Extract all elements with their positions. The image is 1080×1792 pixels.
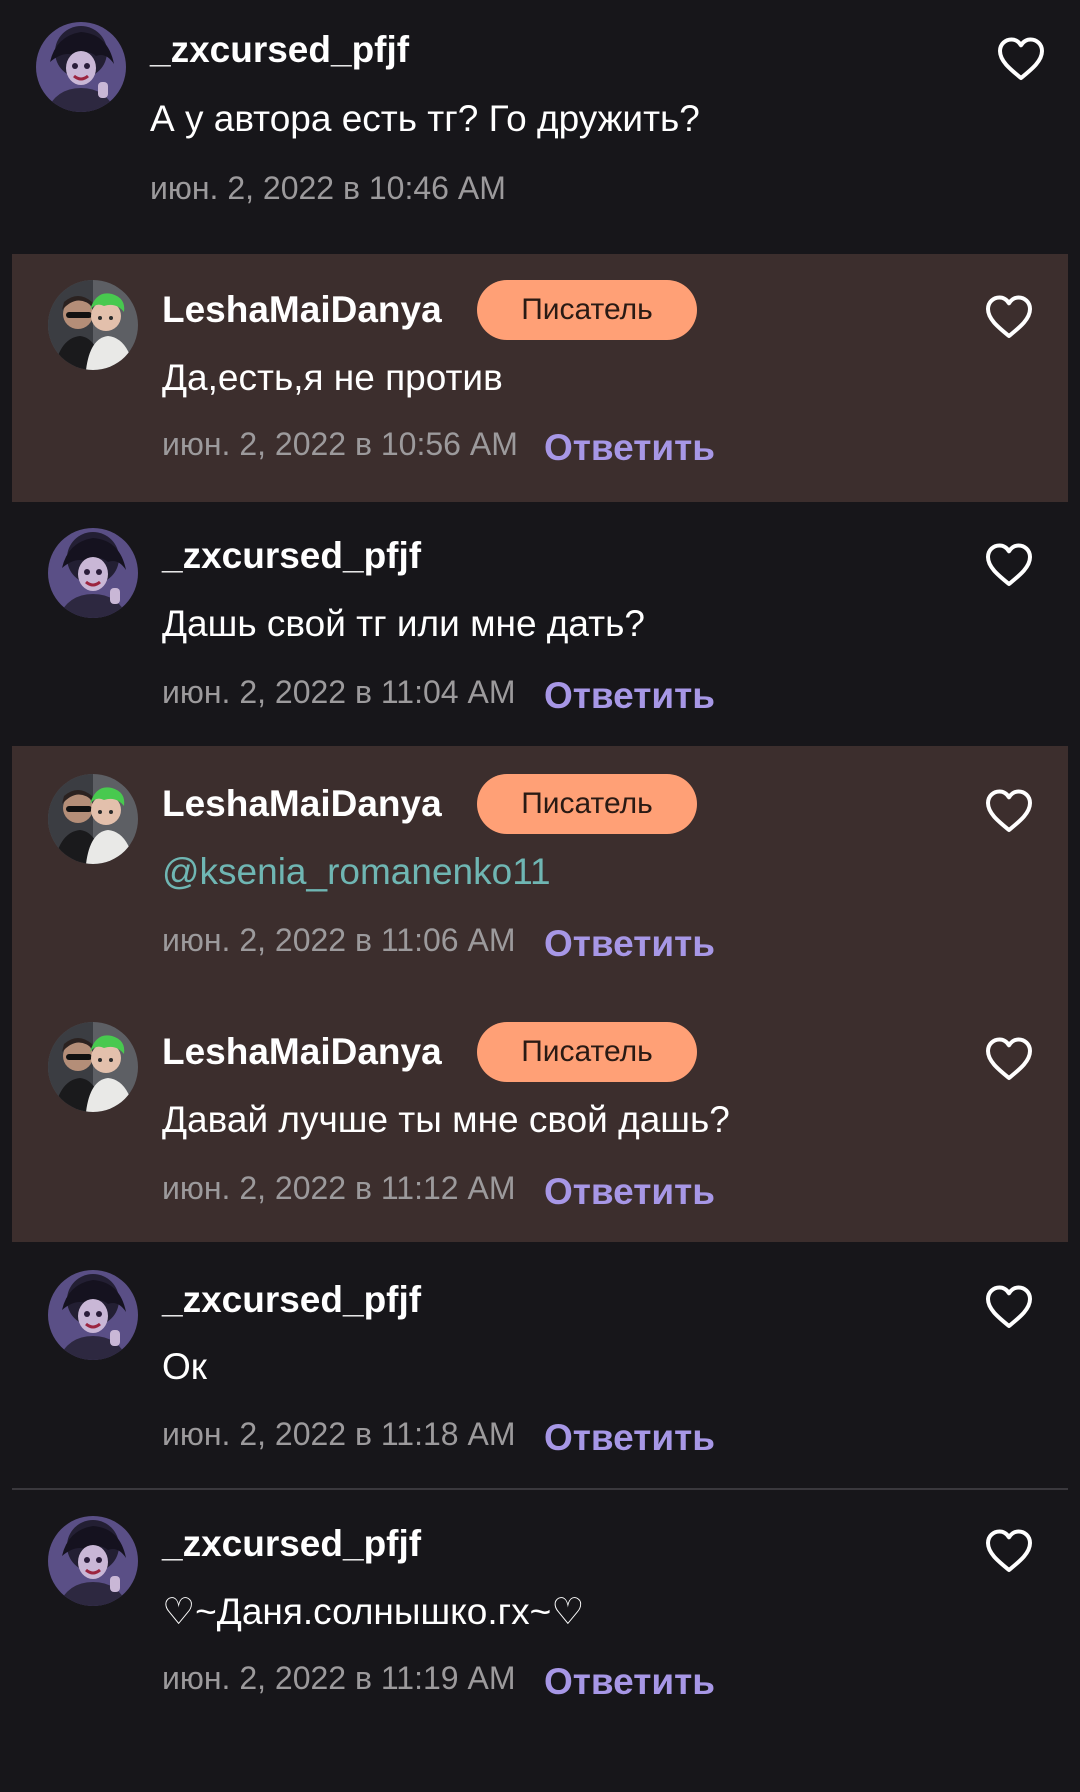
comment-item: _zxcursed_pfjf Ок июн. 2, 2022 в 11:18 A… <box>0 1242 1080 1488</box>
heart-outline-icon[interactable] <box>984 1036 1034 1082</box>
comment-item: _zxcursed_pfjf Дашь свой тг или мне дать… <box>0 502 1080 746</box>
comment-mention-link[interactable]: @ksenia_romanenko11 <box>162 850 551 894</box>
comment-timestamp: июн. 2, 2022 в 11:19 AM <box>162 1660 516 1696</box>
user-avatar[interactable] <box>48 280 138 370</box>
comment-text: Давай лучше ты мне свой дашь? <box>162 1099 730 1140</box>
comment-text: Ок <box>162 1346 207 1387</box>
reply-button[interactable]: Ответить <box>544 1660 715 1704</box>
writer-badge: Писатель <box>477 1022 697 1082</box>
comment-timestamp: июн. 2, 2022 в 11:12 AM <box>162 1170 516 1206</box>
heart-outline-icon[interactable] <box>984 1528 1034 1574</box>
comment-username[interactable]: _zxcursed_pfjf <box>150 28 409 72</box>
comment-username[interactable]: LeshaMaiDanya <box>162 782 442 826</box>
writer-badge: Писатель <box>477 280 697 340</box>
comment-item: _zxcursed_pfjf А у автора есть тг? Го др… <box>0 0 1080 254</box>
comment-text: А у автора есть тг? Го дружить? <box>150 98 700 139</box>
comment-timestamp: июн. 2, 2022 в 10:46 AM <box>150 170 506 206</box>
reply-button[interactable]: Ответить <box>544 674 715 718</box>
comment-username[interactable]: _zxcursed_pfjf <box>162 1522 421 1566</box>
reply-button[interactable]: Ответить <box>544 426 715 470</box>
comment-timestamp: июн. 2, 2022 в 11:06 AM <box>162 922 516 958</box>
heart-outline-icon[interactable] <box>984 1284 1034 1330</box>
user-avatar[interactable] <box>48 1516 138 1606</box>
comment-item-highlighted: LeshaMaiDanya Писатель Да,есть,я не прот… <box>12 254 1068 502</box>
heart-outline-icon[interactable] <box>984 542 1034 588</box>
comment-text: Дашь свой тг или мне дать? <box>162 603 645 644</box>
user-avatar[interactable] <box>48 1022 138 1112</box>
comment-username[interactable]: LeshaMaiDanya <box>162 1030 442 1074</box>
comment-username[interactable]: _zxcursed_pfjf <box>162 534 421 578</box>
comment-item-highlighted: LeshaMaiDanya Писатель @ksenia_romanenko… <box>12 746 1068 1242</box>
comment-timestamp: июн. 2, 2022 в 10:56 AM <box>162 426 518 462</box>
writer-badge: Писатель <box>477 774 697 834</box>
reply-button[interactable]: Ответить <box>544 1416 715 1460</box>
heart-outline-icon[interactable] <box>984 788 1034 834</box>
comment-username[interactable]: _zxcursed_pfjf <box>162 1278 421 1322</box>
comment-timestamp: июн. 2, 2022 в 11:04 AM <box>162 674 516 710</box>
user-avatar[interactable] <box>48 1270 138 1360</box>
reply-button[interactable]: Ответить <box>544 1170 715 1214</box>
comment-item: _zxcursed_pfjf ♡~Даня.солнышко.гх~♡ июн.… <box>0 1490 1080 1740</box>
heart-outline-icon[interactable] <box>984 294 1034 340</box>
comment-text: ♡~Даня.солнышко.гх~♡ <box>162 1591 585 1632</box>
user-avatar[interactable] <box>48 774 138 864</box>
reply-button[interactable]: Ответить <box>544 922 715 966</box>
comment-timestamp: июн. 2, 2022 в 11:18 AM <box>162 1416 516 1452</box>
user-avatar[interactable] <box>36 22 126 112</box>
heart-outline-icon[interactable] <box>996 36 1046 82</box>
comment-text: Да,есть,я не против <box>162 357 503 398</box>
comment-username[interactable]: LeshaMaiDanya <box>162 288 442 332</box>
user-avatar[interactable] <box>48 528 138 618</box>
